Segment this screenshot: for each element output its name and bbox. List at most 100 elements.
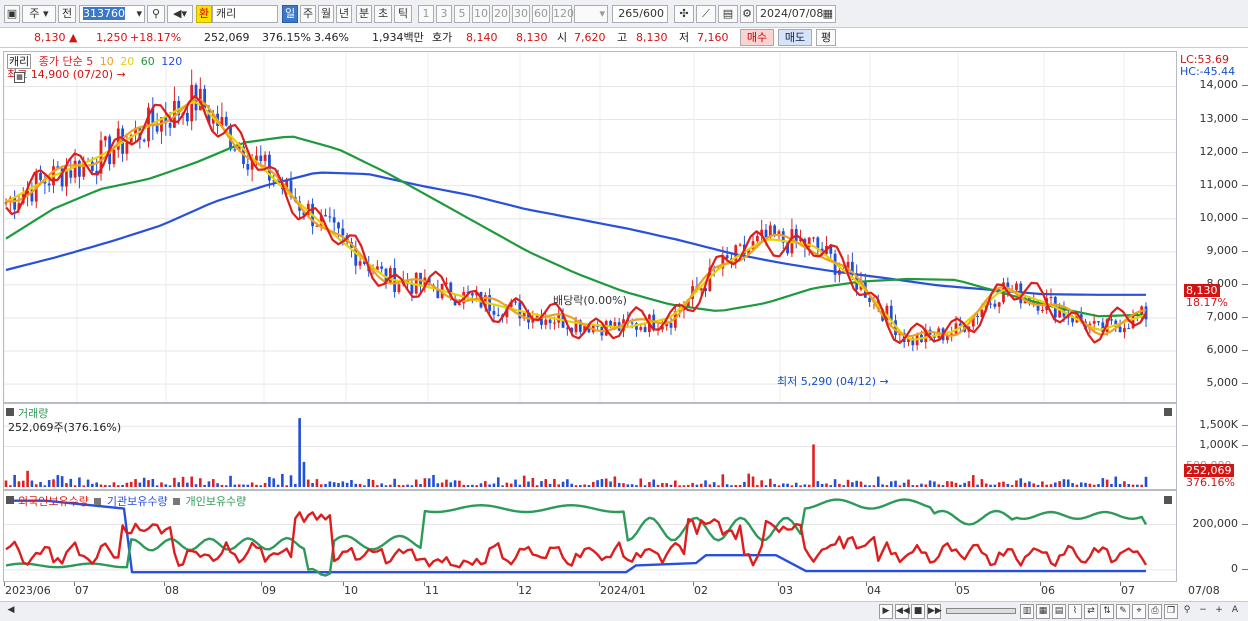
volume-pane[interactable]: 거래량 252,069주(376.16%) — [3, 403, 1177, 490]
forward-icon[interactable]: ▶▶ — [927, 604, 942, 619]
stock-code-input[interactable]: 313760 ▾ — [79, 5, 145, 23]
volume-bar — [104, 484, 107, 487]
volume-y-tick-label: 1,500K — [1199, 418, 1238, 432]
draw-line-icon[interactable]: ⟋ — [696, 5, 716, 23]
volume-bar — [613, 476, 617, 487]
date-field[interactable]: 2024/07/08 ▦ — [756, 5, 836, 23]
x-tick — [424, 582, 425, 586]
scroll-left-icon[interactable]: ◀ — [4, 604, 18, 619]
tool-icon[interactable]: ✎ — [1116, 604, 1130, 619]
period-year[interactable]: 년 — [336, 5, 352, 23]
grid-icon[interactable]: ▦ — [1036, 604, 1050, 619]
price-chart-pane[interactable]: 캐리 종가 단순 5 10 20 60 120 최고 14,900 (07/20… — [3, 51, 1177, 403]
trade-amount: 1,934백만 — [372, 31, 424, 44]
crosshair-icon[interactable]: ✣ — [674, 5, 694, 23]
zoom-out-icon[interactable]: − — [1196, 604, 1210, 619]
volume-bar — [881, 484, 884, 487]
layout-icon[interactable]: ▥ — [1020, 604, 1034, 619]
price-chart[interactable] — [4, 52, 1176, 402]
period-month[interactable]: 월 — [318, 5, 334, 23]
stock-name-field[interactable]: 캐리 — [212, 5, 278, 23]
volume-bar — [207, 481, 211, 487]
volume-bar — [989, 484, 992, 487]
volume-bar — [406, 484, 409, 487]
pane-menu-icon[interactable]: ▦ — [14, 72, 25, 83]
buy-button[interactable]: 매수 — [740, 29, 774, 46]
interval-custom-select[interactable]: ▾ — [574, 5, 608, 23]
volume-bar — [220, 484, 224, 487]
range-mode-button[interactable]: 전 — [58, 5, 76, 23]
gear-icon[interactable]: ⚙ — [740, 5, 754, 23]
avg-button[interactable]: 평 — [816, 29, 836, 46]
quote-bar: 8,130 ▲ 1,250 +18.17% 252,069 376.15% 3.… — [0, 28, 1248, 48]
search-icon[interactable]: ⚲ — [147, 5, 165, 23]
volume-bar — [91, 483, 94, 487]
volume-bar — [604, 478, 608, 487]
print-icon[interactable]: ⎙ — [1148, 604, 1162, 619]
interval-120[interactable]: 120 — [552, 5, 574, 23]
volume-bar — [609, 481, 612, 487]
stop-icon[interactable]: ■ — [911, 604, 925, 619]
x-tick — [1120, 582, 1121, 586]
interval-20[interactable]: 20 — [492, 5, 510, 23]
interval-1[interactable]: 1 — [418, 5, 434, 23]
volume-bar — [738, 484, 742, 487]
table-icon[interactable]: ▤ — [1052, 604, 1066, 619]
cursor-icon[interactable]: ⌖ — [1132, 604, 1146, 619]
candle-body — [755, 236, 759, 242]
holding-pane[interactable]: 외국인보유수량 기관보유수량 개인보유수량 — [3, 490, 1177, 582]
zoom-in-icon[interactable]: + — [1212, 604, 1226, 619]
volume-bar — [509, 483, 513, 487]
interval-5[interactable]: 5 — [454, 5, 470, 23]
interval-30[interactable]: 30 — [512, 5, 530, 23]
data-count-field[interactable]: 265/600 — [612, 5, 668, 23]
pane-handle-icon[interactable] — [6, 408, 14, 416]
x-tick-label: 05 — [956, 584, 970, 597]
close-pane-icon[interactable] — [1164, 496, 1172, 504]
volume-chart[interactable] — [4, 404, 1176, 489]
close-pane-icon[interactable] — [1164, 408, 1172, 416]
volume-bar — [1123, 481, 1126, 487]
candle-body — [976, 315, 979, 317]
sell-button[interactable]: 매도 — [778, 29, 812, 46]
period-tick[interactable]: 틱 — [394, 5, 412, 23]
save-icon[interactable]: ▤ — [718, 5, 738, 23]
volume-bar — [907, 479, 910, 487]
volume-bar — [479, 483, 483, 487]
volume-bar — [315, 479, 319, 487]
interval-60[interactable]: 60 — [532, 5, 550, 23]
pane-handle-icon[interactable] — [6, 496, 14, 504]
candle-body — [1097, 321, 1100, 323]
period-day[interactable]: 일 — [282, 5, 298, 23]
volume-bar — [812, 444, 815, 487]
candle-body — [13, 197, 17, 210]
volume-bar — [1002, 481, 1005, 487]
candle-body — [544, 319, 548, 325]
period-second[interactable]: 초 — [374, 5, 392, 23]
period-week[interactable]: 주 — [300, 5, 316, 23]
compare-icon[interactable]: ⇄ — [1084, 604, 1098, 619]
zoom-icon[interactable]: ⚲ — [1180, 604, 1194, 619]
market-type-select[interactable]: 주 ▾ — [22, 5, 56, 23]
chart-type-icon[interactable]: ⌇ — [1068, 604, 1082, 619]
copy-icon[interactable]: ❐ — [1164, 604, 1178, 619]
volume-bar — [764, 485, 768, 487]
calendar-icon[interactable]: ▦ — [823, 6, 833, 22]
play-icon[interactable]: ▶ — [879, 604, 893, 619]
currency-badge[interactable]: 환 — [196, 5, 212, 23]
toolbar: ▣ 주 ▾ 전 313760 ▾ ⚲ ◀▾ 환 캐리 일 주 월 년 분 초 틱 … — [0, 0, 1248, 28]
interval-3[interactable]: 3 — [436, 5, 452, 23]
chevron-down-icon[interactable]: ▾ — [136, 6, 142, 22]
volume-value: 252,069 — [204, 31, 250, 44]
rewind-icon[interactable]: ◀◀ — [895, 604, 910, 619]
period-minute[interactable]: 분 — [356, 5, 372, 23]
candle-body — [112, 149, 116, 165]
sort-icon[interactable]: ⇅ — [1100, 604, 1114, 619]
zoom-slider[interactable] — [946, 608, 1016, 614]
speaker-icon[interactable]: ◀▾ — [167, 5, 193, 23]
layout-icon[interactable]: ▣ — [4, 5, 20, 23]
candle-body — [496, 314, 500, 316]
price-y-tick-label: 7,000 — [1206, 309, 1239, 323]
interval-10[interactable]: 10 — [472, 5, 490, 23]
font-size-icon[interactable]: A — [1228, 604, 1242, 619]
